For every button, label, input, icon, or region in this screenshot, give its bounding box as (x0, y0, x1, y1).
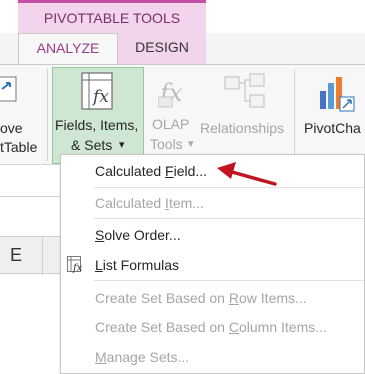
annotation-arrow-icon (217, 162, 277, 186)
